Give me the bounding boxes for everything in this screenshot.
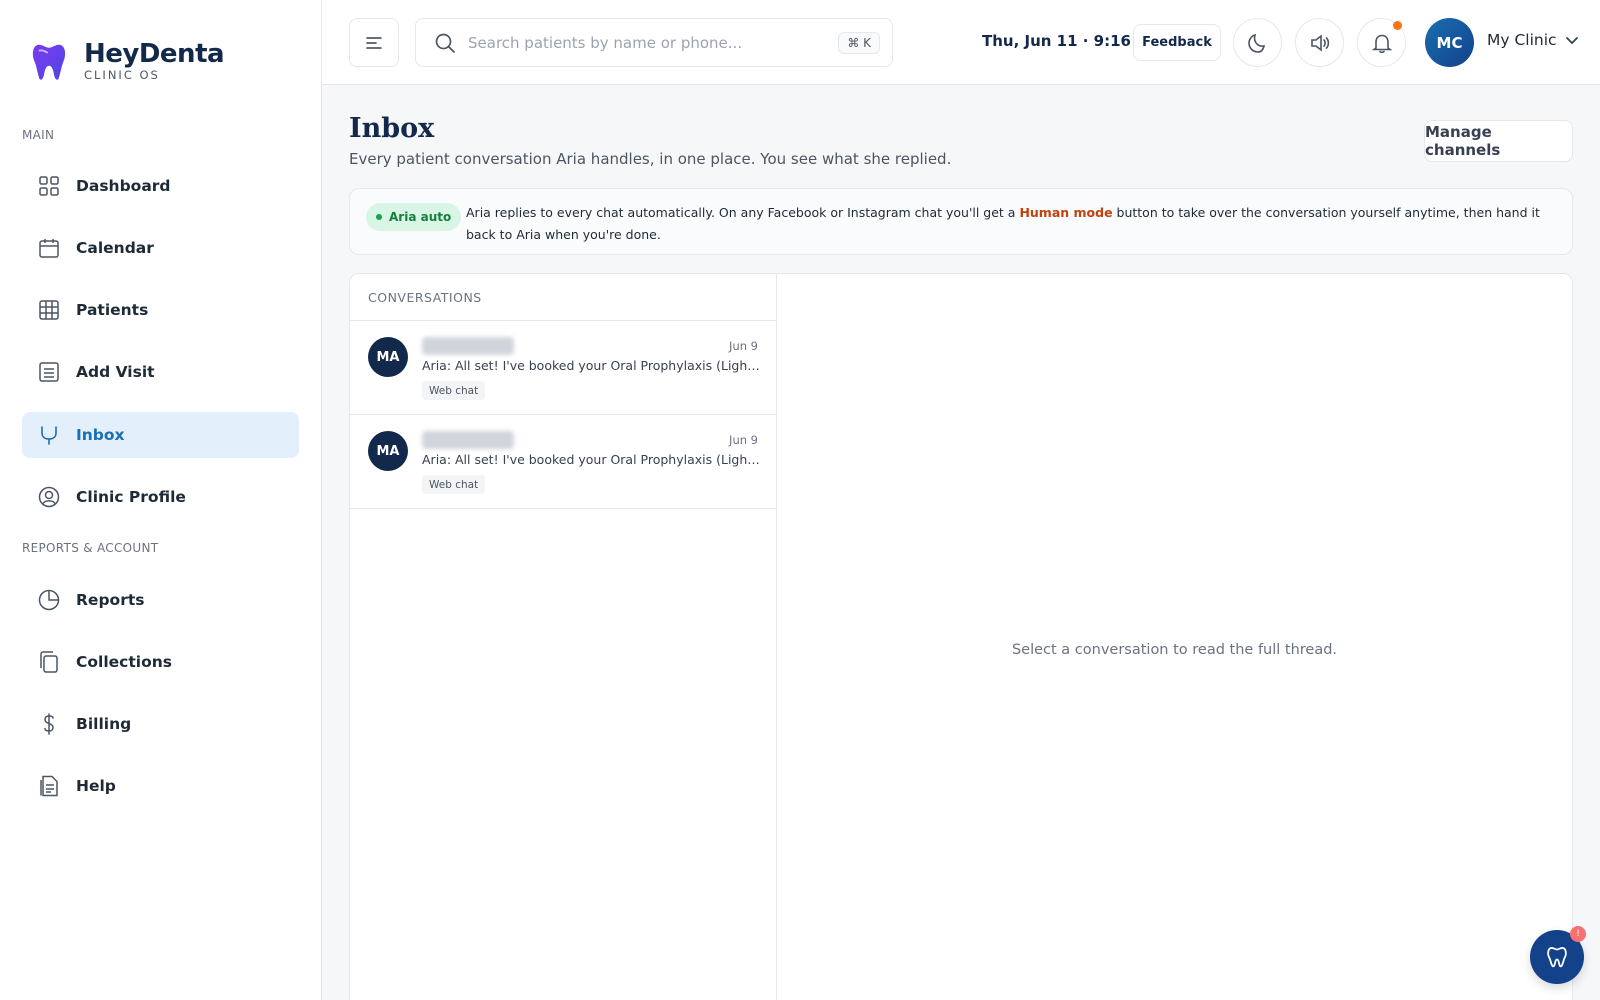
conversation-date: Jun 9 — [729, 339, 758, 353]
menu-toggle-button[interactable] — [349, 18, 399, 67]
human-mode-highlight: Human mode — [1019, 205, 1113, 220]
status-dot — [376, 214, 382, 220]
search-bar[interactable]: ⌘ K — [415, 18, 893, 67]
clinic-name: My Clinic — [1487, 31, 1557, 49]
conversation-item[interactable]: MA Jun 9 Aria: All set! I've booked your… — [350, 321, 776, 415]
section-label-main: MAIN — [22, 128, 55, 142]
sidebar-item-label: Dashboard — [76, 177, 171, 195]
table-icon — [38, 299, 60, 321]
file-text-icon — [38, 775, 60, 797]
grid-icon — [38, 175, 60, 197]
sound-button[interactable] — [1295, 18, 1344, 67]
search-icon — [435, 33, 455, 53]
menu-icon — [366, 36, 382, 49]
sidebar-item-collections[interactable]: Collections — [22, 639, 299, 685]
avatar[interactable]: MC — [1425, 18, 1474, 67]
brand[interactable]: HeyDenta CLINIC OS — [30, 39, 225, 82]
calendar-icon — [38, 237, 60, 259]
conversation-preview: Aria: All set! I've booked your Oral Pro… — [422, 358, 760, 373]
conversation-list: CONVERSATIONS MA Jun 9 Aria: All set! I'… — [350, 274, 777, 1000]
page-subtitle: Every patient conversation Aria handles,… — [349, 150, 952, 168]
conversation-date: Jun 9 — [729, 433, 758, 447]
user-circle-icon — [38, 486, 60, 508]
contact-name-redacted — [422, 431, 514, 449]
sidebar-item-label: Calendar — [76, 239, 154, 257]
tooth-logo-icon — [32, 44, 66, 80]
sidebar-item-label: Add Visit — [76, 363, 155, 381]
tooth-icon — [38, 424, 60, 446]
chevron-down-icon — [1565, 37, 1578, 45]
search-input[interactable] — [468, 33, 839, 52]
document-icon — [38, 361, 60, 383]
contact-avatar: MA — [368, 337, 408, 377]
conversations-header: CONVERSATIONS — [350, 274, 776, 321]
brand-name: HeyDenta — [84, 39, 225, 69]
speaker-icon — [1310, 33, 1329, 52]
notification-dot — [1393, 21, 1402, 30]
aria-info-banner: Aria auto Aria replies to every chat aut… — [349, 188, 1573, 255]
sidebar-item-label: Patients — [76, 301, 149, 319]
notifications-button[interactable] — [1357, 18, 1406, 67]
badge-label: Aria auto — [389, 210, 452, 224]
copy-icon — [38, 651, 60, 673]
sidebar-item-label: Clinic Profile — [76, 488, 186, 506]
channel-tag: Web chat — [422, 381, 486, 400]
dark-mode-button[interactable] — [1233, 18, 1282, 67]
sidebar-item-label: Billing — [76, 715, 132, 733]
clinic-switcher[interactable]: My Clinic — [1487, 31, 1579, 49]
pie-chart-icon — [38, 589, 60, 611]
empty-thread-message: Select a conversation to read the full t… — [1011, 642, 1338, 658]
conversation-preview: Aria: All set! I've booked your Oral Pro… — [422, 452, 760, 467]
chat-badge: ! — [1570, 926, 1586, 942]
sidebar-item-help[interactable]: Help — [22, 763, 299, 809]
sidebar-item-clinic-profile[interactable]: Clinic Profile — [22, 474, 299, 520]
bell-icon — [1371, 34, 1392, 53]
conversation-item[interactable]: MA Jun 9 Aria: All set! I've booked your… — [350, 415, 776, 509]
sidebar-item-calendar[interactable]: Calendar — [22, 225, 299, 271]
sidebar-item-reports[interactable]: Reports — [22, 577, 299, 623]
sidebar-item-label: Help — [76, 777, 116, 795]
banner-text-before: Aria replies to every chat automatically… — [466, 205, 1020, 220]
channel-tag: Web chat — [422, 475, 486, 494]
sidebar-item-billing[interactable]: Billing — [22, 701, 299, 747]
sidebar-item-inbox[interactable]: Inbox — [22, 412, 299, 458]
search-shortcut-hint: ⌘ K — [838, 31, 880, 54]
aria-auto-badge: Aria auto — [366, 203, 462, 231]
section-label-reports: REPORTS & ACCOUNT — [22, 541, 159, 555]
contact-name-redacted — [422, 337, 514, 355]
feedback-button[interactable]: Feedback — [1133, 24, 1221, 61]
manage-channels-button[interactable]: Manage channels — [1424, 120, 1573, 162]
inbox-panel: CONVERSATIONS MA Jun 9 Aria: All set! I'… — [349, 273, 1573, 1000]
topbar: ⌘ K Thu, Jun 11 · 9:16 PM Feedback MC My… — [322, 0, 1600, 85]
sidebar-item-label: Collections — [76, 653, 172, 671]
sidebar-item-label: Reports — [76, 591, 145, 609]
assistant-chat-button[interactable]: ! — [1530, 926, 1586, 984]
sidebar-item-add-visit[interactable]: Add Visit — [22, 349, 299, 395]
dollar-icon — [38, 713, 60, 735]
moon-icon — [1247, 33, 1265, 53]
page-title: Inbox — [349, 113, 435, 144]
sidebar-item-patients[interactable]: Patients — [22, 287, 299, 333]
banner-text: Aria replies to every chat automatically… — [466, 202, 1556, 246]
sidebar-item-label: Inbox — [76, 426, 125, 444]
sidebar: HeyDenta CLINIC OS MAIN Dashboard Calend… — [0, 0, 322, 1000]
tooth-icon — [1547, 947, 1567, 968]
sidebar-item-dashboard[interactable]: Dashboard — [22, 163, 299, 209]
contact-avatar: MA — [368, 431, 408, 471]
brand-subtitle: CLINIC OS — [84, 68, 160, 82]
